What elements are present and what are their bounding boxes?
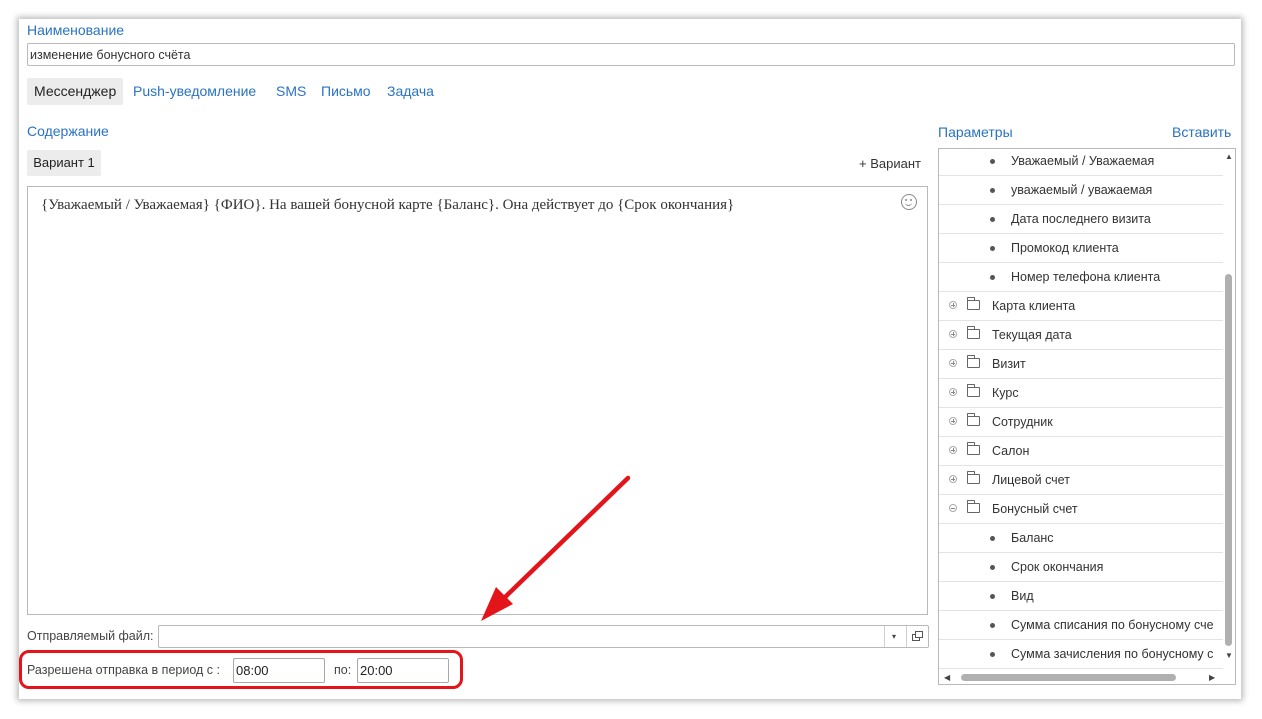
param-label: Номер телефона клиента: [1011, 270, 1161, 284]
param-item[interactable]: Уважаемый / Уважаемая: [939, 149, 1223, 176]
file-open-button[interactable]: [906, 626, 928, 647]
param-item[interactable]: уважаемый / уважаемая: [939, 176, 1223, 205]
folder-icon: [966, 326, 980, 339]
add-variant-button[interactable]: + Вариант: [859, 156, 921, 171]
param-label: Лицевой счет: [992, 473, 1070, 487]
param-folder[interactable]: Курс: [939, 379, 1223, 408]
scroll-down-icon[interactable]: ▼: [1225, 652, 1233, 660]
param-label: Бонусный счет: [992, 502, 1078, 516]
schedule-highlight-frame: [19, 650, 463, 689]
bullet-icon: [990, 594, 995, 599]
folder-icon: [966, 384, 980, 397]
param-item[interactable]: Промокод клиента: [939, 234, 1223, 263]
file-input[interactable]: ▾: [158, 625, 929, 648]
param-item[interactable]: Дата последнего визита: [939, 205, 1223, 234]
variant-tab-1[interactable]: Вариант 1: [27, 150, 101, 176]
bullet-icon: [990, 652, 995, 657]
param-label: Карта клиента: [992, 299, 1076, 313]
folder-icon: [966, 471, 980, 484]
folder-icon: [966, 355, 980, 368]
param-folder[interactable]: Лицевой счет: [939, 466, 1223, 495]
param-label: Сотрудник: [992, 415, 1053, 429]
tab-messenger[interactable]: Мессенджер: [27, 78, 124, 105]
param-folder[interactable]: Визит: [939, 350, 1223, 379]
tab-letter[interactable]: Письмо: [314, 78, 378, 105]
param-label: Баланс: [1011, 531, 1054, 545]
param-item[interactable]: Номер телефона клиента: [939, 263, 1223, 292]
bullet-icon: [990, 565, 995, 570]
bullet-icon: [990, 246, 995, 251]
tab-sms[interactable]: SMS: [269, 78, 313, 105]
scroll-up-icon[interactable]: ▲: [1225, 153, 1233, 161]
param-label: Срок окончания: [1011, 560, 1104, 574]
bullet-icon: [990, 159, 995, 164]
expand-icon[interactable]: [949, 388, 957, 396]
bullet-icon: [990, 623, 995, 628]
bullet-icon: [990, 536, 995, 541]
file-dropdown-button[interactable]: ▾: [884, 626, 906, 647]
param-label: Промокод клиента: [1011, 241, 1119, 255]
param-label: Курс: [992, 386, 1019, 400]
collapse-icon[interactable]: [949, 504, 957, 512]
expand-icon[interactable]: [949, 475, 957, 483]
param-folder[interactable]: Карта клиента: [939, 292, 1223, 321]
file-label: Отправляемый файл:: [27, 629, 154, 643]
expand-icon[interactable]: [949, 301, 957, 309]
folder-icon: [966, 442, 980, 455]
param-label: Сумма зачисления по бонусному с: [1011, 647, 1214, 661]
expand-icon[interactable]: [949, 330, 957, 338]
folder-icon: [966, 297, 980, 310]
open-window-icon: [912, 631, 923, 641]
expand-icon[interactable]: [949, 446, 957, 454]
vertical-scroll-thumb[interactable]: [1225, 274, 1232, 646]
param-folder[interactable]: Текущая дата: [939, 321, 1223, 350]
bullet-icon: [990, 188, 995, 193]
param-item[interactable]: Сумма списания по бонусному сче: [939, 611, 1223, 640]
scroll-right-icon[interactable]: ▶: [1209, 674, 1215, 682]
param-label: Дата последнего визита: [1011, 212, 1151, 226]
param-folder[interactable]: Сотрудник: [939, 408, 1223, 437]
expand-icon[interactable]: [949, 359, 957, 367]
message-editor[interactable]: {Уважаемый / Уважаемая} {ФИО}. На вашей …: [27, 186, 928, 615]
tab-push[interactable]: Push-уведомление: [126, 78, 263, 105]
smiley-icon[interactable]: [901, 194, 917, 210]
notification-template-window: Наименование изменение бонусного счёта М…: [19, 19, 1241, 699]
param-label: Сумма списания по бонусному сче: [1011, 618, 1214, 632]
insert-button[interactable]: Вставить: [1172, 124, 1231, 140]
content-label: Содержание: [27, 123, 109, 139]
param-folder[interactable]: Салон: [939, 437, 1223, 466]
name-label: Наименование: [27, 22, 125, 38]
param-label: Салон: [992, 444, 1030, 458]
param-item[interactable]: Баланс: [939, 524, 1223, 553]
folder-icon: [966, 413, 980, 426]
bullet-icon: [990, 217, 995, 222]
param-label: Уважаемый / Уважаемая: [1011, 154, 1155, 168]
vertical-scrollbar[interactable]: ▲ ▼: [1222, 149, 1235, 672]
horizontal-scrollbar[interactable]: ◀ ▶: [939, 671, 1223, 684]
name-input[interactable]: изменение бонусного счёта: [27, 43, 1235, 66]
folder-icon: [966, 500, 980, 513]
param-label: Визит: [992, 357, 1026, 371]
param-item[interactable]: Вид: [939, 582, 1223, 611]
params-label: Параметры: [938, 124, 1013, 140]
tab-task[interactable]: Задача: [380, 78, 441, 105]
param-label: Вид: [1011, 589, 1034, 603]
param-label: уважаемый / уважаемая: [1011, 183, 1153, 197]
param-item[interactable]: Сумма зачисления по бонусному с: [939, 640, 1223, 669]
param-label: Текущая дата: [992, 328, 1072, 342]
params-tree[interactable]: Уважаемый / Уважаемая уважаемый / уважаем…: [938, 148, 1236, 685]
horizontal-scroll-thumb[interactable]: [961, 674, 1176, 681]
expand-icon[interactable]: [949, 417, 957, 425]
param-item[interactable]: Срок окончания: [939, 553, 1223, 582]
bullet-icon: [990, 275, 995, 280]
param-folder[interactable]: Бонусный счет: [939, 495, 1223, 524]
message-text: {Уважаемый / Уважаемая} {ФИО}. На вашей …: [41, 197, 735, 213]
scroll-left-icon[interactable]: ◀: [944, 674, 950, 682]
chevron-down-icon: ▾: [892, 632, 897, 641]
